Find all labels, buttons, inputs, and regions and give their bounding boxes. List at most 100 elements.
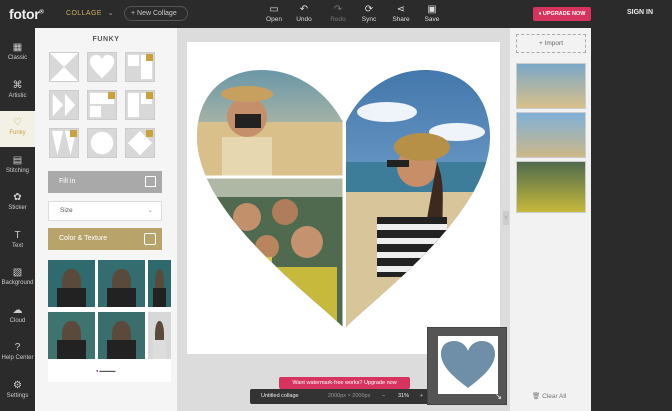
- chevron-down-icon: ⌄: [107, 10, 115, 17]
- nav-item-sticker[interactable]: ✿ Sticker: [0, 186, 35, 222]
- share-icon: ⋖: [396, 4, 406, 15]
- fotor-logo[interactable]: fotor®: [9, 6, 44, 22]
- toolbar-label: Sync: [361, 16, 377, 23]
- layout-template[interactable]: [125, 128, 155, 158]
- sample-collage-preview[interactable]: ● ▬▬▬▬: [48, 260, 171, 382]
- chevron-down-icon: ⌄: [147, 207, 153, 214]
- share-button[interactable]: ⋖ Share: [386, 3, 416, 23]
- nav-label: Sticker: [8, 205, 27, 211]
- sample-photo: [98, 260, 145, 307]
- sample-photo: [98, 312, 145, 359]
- stitching-icon: ▤: [12, 154, 23, 166]
- toolbar-label: Redo: [330, 16, 346, 23]
- cloud-icon: ☁: [12, 304, 23, 316]
- expand-icon[interactable]: ↘: [495, 392, 502, 401]
- toolbar-label: Undo: [296, 16, 312, 23]
- nav-item-text[interactable]: T Text: [0, 224, 35, 260]
- background-icon: ▧: [12, 267, 23, 278]
- preview-thumbnail: [438, 336, 498, 394]
- zoom-level: 31%: [398, 393, 410, 399]
- layout-template[interactable]: [125, 90, 155, 120]
- undo-icon: ↶: [299, 4, 309, 15]
- help-icon: ?: [14, 342, 21, 353]
- layout-template[interactable]: [49, 128, 79, 158]
- sync-icon: ⟳: [364, 4, 374, 15]
- texture-icon: [144, 233, 156, 245]
- nav-item-settings[interactable]: ⚙ Settings: [0, 374, 35, 410]
- uploaded-photo[interactable]: [516, 112, 586, 158]
- mode-selector[interactable]: COLLAGE ⌄: [66, 9, 114, 17]
- save-button[interactable]: ▣ Save: [417, 3, 447, 23]
- toolbar-label: Save: [424, 16, 440, 23]
- nav-item-help-center[interactable]: ? Help Center: [0, 336, 35, 372]
- nav-label: Background: [1, 280, 34, 286]
- trash-icon: 🗑: [532, 393, 541, 400]
- sample-photo: [148, 312, 171, 359]
- undo-button[interactable]: ↶ Undo: [289, 3, 319, 23]
- layout-template[interactable]: [87, 128, 117, 158]
- fill-in-button[interactable]: Fill in: [48, 171, 162, 193]
- nav-item-funky[interactable]: ♡ Funky: [0, 111, 35, 147]
- new-collage-button[interactable]: + New Collage: [124, 6, 188, 21]
- mini-preview[interactable]: ↘: [427, 327, 507, 405]
- layout-template[interactable]: [49, 90, 79, 120]
- redo-button[interactable]: ↷ Redo: [323, 3, 353, 23]
- redo-icon: ↷: [333, 4, 343, 15]
- nav-item-stitching[interactable]: ▤ Stitching: [0, 149, 35, 185]
- zoom-out-button[interactable]: −: [382, 389, 385, 404]
- nav-label: Cloud: [9, 317, 26, 324]
- nav-item-artistic[interactable]: ⌘ Artistic: [0, 74, 35, 110]
- artistic-icon: ⌘: [12, 79, 23, 91]
- left-heart-half[interactable]: [187, 42, 347, 337]
- sample-photo: [48, 312, 95, 359]
- right-gutter: [591, 28, 672, 411]
- uploaded-photo[interactable]: [516, 63, 586, 109]
- nav-label: Classic: [7, 55, 28, 61]
- save-icon: ▣: [427, 4, 437, 15]
- color-texture-button[interactable]: Color & Texture: [48, 228, 162, 250]
- size-dropdown[interactable]: Size ⌄: [48, 201, 162, 221]
- settings-icon: ⚙: [13, 379, 22, 391]
- clear-all-button[interactable]: 🗑 Clear All: [532, 392, 566, 400]
- panel-title: FUNKY: [92, 36, 120, 43]
- zoom-in-button[interactable]: +: [420, 389, 423, 404]
- heart-icon: ♡: [13, 117, 22, 128]
- sign-in-link[interactable]: SIGN IN: [627, 9, 653, 16]
- nav-item-classic[interactable]: ▦ Classic: [0, 36, 35, 72]
- nav-label: Artistic: [8, 92, 27, 99]
- collage-name[interactable]: Untitled collage: [261, 389, 299, 404]
- premium-badge-icon: [146, 130, 153, 137]
- premium-badge-icon: [146, 54, 153, 61]
- nav-label: Funky: [9, 130, 26, 136]
- image-icon: [145, 176, 156, 187]
- import-button[interactable]: + Import: [516, 34, 586, 53]
- funky-panel: FUNKY Fill in Size ⌄ Color & Texture ● ▬▬…: [35, 28, 177, 411]
- nav-label: Stitching: [5, 167, 29, 174]
- classic-grid-icon: ▦: [12, 42, 23, 53]
- sample-logo: ● ▬▬▬▬: [96, 368, 116, 373]
- right-heart-half[interactable]: [342, 42, 500, 352]
- layout-template[interactable]: [125, 52, 155, 82]
- top-bar: fotor® COLLAGE ⌄ + New Collage ▭ Open ↶ Undo…: [0, 0, 672, 28]
- watermark-upgrade-banner[interactable]: Want watermark-free works? Upgrade now: [279, 377, 410, 389]
- sync-button[interactable]: ⟳ Sync: [354, 3, 384, 23]
- sample-photo: [48, 260, 95, 307]
- nav-item-cloud[interactable]: ☁ Cloud: [0, 299, 35, 335]
- open-icon: ▭: [269, 4, 279, 15]
- layout-template[interactable]: [87, 52, 117, 82]
- collapse-handle[interactable]: ‹: [503, 211, 509, 225]
- canvas-dimensions: 2000px × 2000px: [328, 393, 371, 399]
- nav-label: Help Center: [1, 355, 34, 361]
- nav-label: Settings: [6, 392, 29, 399]
- heart-collage[interactable]: [187, 42, 500, 354]
- premium-badge-icon: [146, 92, 153, 99]
- collage-canvas[interactable]: [187, 42, 500, 354]
- toolbar-label: Open: [266, 16, 282, 23]
- uploaded-photo[interactable]: [516, 161, 586, 213]
- nav-item-background[interactable]: ▧ Background: [0, 261, 35, 297]
- upgrade-now-button[interactable]: ♦ UPGRADE NOW: [533, 7, 591, 21]
- layout-template[interactable]: [49, 52, 79, 82]
- open-button[interactable]: ▭ Open: [259, 3, 289, 23]
- canvas-info-bar: Untitled collage 2000px × 2000px − 31% +: [250, 389, 436, 404]
- layout-template[interactable]: [87, 90, 117, 120]
